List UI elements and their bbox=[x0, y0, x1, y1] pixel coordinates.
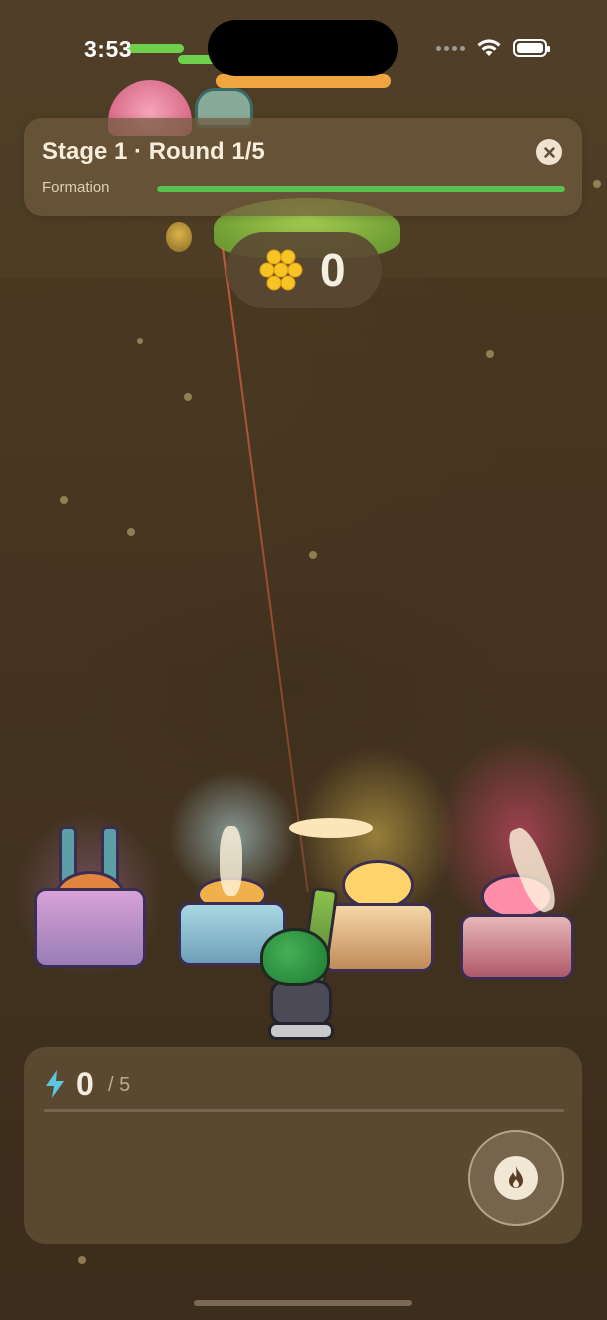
formation-progress-fill bbox=[157, 186, 565, 192]
player-body bbox=[270, 980, 332, 1026]
sparkle bbox=[60, 496, 68, 504]
frost-beam bbox=[220, 826, 242, 896]
game-scene[interactable]: 3:53 Stage 1 · Round 1/5 Formation 0 0 /… bbox=[0, 0, 607, 1320]
projectile bbox=[289, 818, 373, 838]
sparkle bbox=[127, 528, 135, 536]
boss-health-bar bbox=[216, 74, 391, 88]
close-icon bbox=[543, 146, 555, 158]
formation-progress-bar bbox=[157, 186, 565, 192]
player-cap bbox=[260, 928, 330, 986]
sparkle bbox=[184, 393, 192, 401]
flame-turret[interactable] bbox=[460, 862, 574, 980]
stage-header: Stage 1 · Round 1/5 Formation bbox=[24, 118, 582, 216]
energy-bar bbox=[44, 1109, 564, 1112]
stage-title: Stage 1 · Round 1/5 bbox=[42, 138, 265, 165]
sparkle bbox=[593, 180, 601, 188]
sparkle bbox=[486, 350, 494, 358]
sparkle bbox=[137, 338, 143, 344]
progress-label: Formation bbox=[42, 179, 110, 196]
dynamic-island bbox=[208, 20, 398, 76]
twin-cannon-turret[interactable] bbox=[34, 826, 146, 968]
energy-max: / 5 bbox=[108, 1074, 131, 1096]
lightning-icon bbox=[46, 1070, 64, 1098]
home-indicator bbox=[194, 1300, 412, 1306]
turret-base bbox=[34, 888, 146, 968]
turret-base bbox=[460, 913, 574, 980]
energy-panel: 0 / 5 bbox=[24, 1047, 582, 1244]
player-feet bbox=[268, 1022, 334, 1040]
sparkle bbox=[78, 1256, 86, 1264]
signal-icon bbox=[436, 46, 466, 52]
enemy-health-bar bbox=[128, 44, 184, 53]
wifi-icon bbox=[477, 39, 501, 56]
score-value: 0 bbox=[320, 244, 346, 296]
sparkle bbox=[309, 551, 317, 559]
status-time: 3:53 bbox=[84, 36, 133, 62]
fire-button[interactable] bbox=[468, 1130, 564, 1226]
score-counter: 0 bbox=[226, 232, 382, 308]
honeycomb-coin-icon bbox=[259, 249, 303, 291]
fire-button-core bbox=[494, 1156, 538, 1200]
flame-icon bbox=[509, 1166, 523, 1188]
close-button[interactable] bbox=[536, 139, 562, 165]
minion-enemy bbox=[166, 222, 192, 252]
battery-icon bbox=[513, 39, 550, 57]
energy-value: 0 bbox=[76, 1066, 94, 1102]
player-character[interactable] bbox=[256, 886, 352, 1048]
